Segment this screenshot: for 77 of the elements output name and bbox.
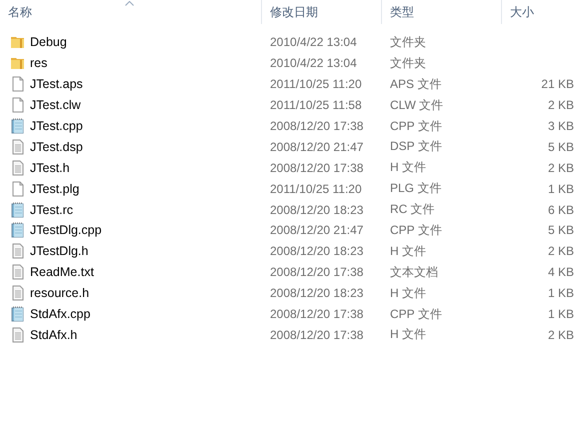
file-size: 1 KB	[546, 182, 574, 196]
file-type: PLG 文件	[389, 180, 442, 198]
modified-date: 2008/12/20 17:38	[269, 160, 364, 175]
file-size: 1 KB	[546, 286, 574, 300]
file-size: 2 KB	[546, 98, 574, 112]
modified-date: 2011/10/25 11:20	[269, 182, 363, 196]
file-icon	[10, 202, 26, 218]
file-size: 2 KB	[546, 244, 574, 258]
modified-date: 2008/12/20 17:38	[269, 265, 364, 280]
file-name[interactable]: JTest.clw	[30, 98, 81, 112]
file-icon	[10, 138, 26, 155]
file-icon	[10, 306, 26, 322]
modified-date: 2011/10/25 11:20	[269, 77, 363, 92]
file-size: 3 KB	[546, 119, 574, 133]
file-icon	[10, 222, 26, 238]
file-type: CLW 文件	[389, 96, 444, 114]
file-name[interactable]: JTest.plg	[30, 182, 80, 196]
modified-date: 2008/12/20 21:47	[269, 140, 364, 154]
column-header[interactable]: 类型	[390, 4, 414, 20]
file-icon	[10, 243, 26, 260]
file-name[interactable]: Debug	[30, 35, 67, 50]
file-type: 文本文档	[389, 264, 439, 281]
folder-icon	[10, 55, 26, 72]
file-size: 1 KB	[546, 307, 574, 322]
file-type: CPP 文件	[389, 306, 443, 323]
modified-date: 2010/4/22 13:04	[269, 56, 358, 70]
file-size: 2 KB	[546, 160, 574, 175]
file-type: H 文件	[389, 159, 427, 176]
file-icon	[10, 97, 26, 114]
modified-date: 2008/12/20 18:23	[269, 286, 364, 300]
file-name[interactable]: JTest.dsp	[30, 140, 83, 154]
file-name[interactable]: JTest.aps	[30, 77, 83, 92]
file-name[interactable]: JTest.h	[30, 160, 70, 175]
file-name[interactable]: res	[30, 56, 48, 70]
file-size: 5 KB	[546, 223, 574, 238]
modified-date: 2008/12/20 17:38	[269, 307, 364, 322]
file-type: H 文件	[389, 242, 427, 260]
file-type: 文件夹	[389, 54, 427, 72]
file-type: DSP 文件	[389, 138, 443, 156]
file-type: 文件夹	[389, 34, 427, 51]
modified-date: 2010/4/22 13:04	[269, 35, 358, 50]
file-name[interactable]: StdAfx.h	[30, 328, 78, 342]
modified-date: 2008/12/20 21:47	[269, 223, 364, 238]
folder-icon	[10, 34, 26, 50]
file-name[interactable]: JTest.cpp	[30, 119, 83, 133]
modified-date: 2008/12/20 17:38	[269, 119, 364, 133]
modified-date: 2008/12/20 18:23	[269, 202, 364, 217]
modified-date: 2011/10/25 11:58	[269, 98, 363, 112]
column-header[interactable]: 大小	[510, 4, 534, 20]
file-name[interactable]: JTest.rc	[30, 202, 74, 217]
file-name[interactable]: ReadMe.txt	[30, 265, 94, 280]
file-icon	[10, 326, 26, 343]
file-size: 2 KB	[546, 328, 574, 342]
file-name[interactable]: JTestDlg.cpp	[30, 223, 102, 238]
file-size: 5 KB	[546, 140, 574, 154]
file-name[interactable]: JTestDlg.h	[30, 244, 88, 258]
file-type: CPP 文件	[389, 118, 443, 134]
file-name[interactable]: resource.h	[30, 286, 90, 300]
file-type: CPP 文件	[389, 222, 443, 239]
file-size: 4 KB	[546, 265, 574, 280]
file-icon	[10, 76, 26, 92]
file-type: H 文件	[389, 284, 427, 302]
file-icon	[10, 264, 26, 280]
file-icon	[10, 180, 26, 197]
file-icon	[10, 285, 26, 302]
file-size: 21 KB	[540, 77, 574, 92]
column-header[interactable]: 名称	[8, 4, 32, 20]
file-type: RC 文件	[389, 201, 436, 218]
file-icon	[10, 160, 26, 176]
file-name[interactable]: StdAfx.cpp	[30, 307, 90, 322]
file-icon	[10, 118, 26, 134]
file-type: H 文件	[389, 326, 427, 344]
column-header[interactable]: 修改日期	[270, 4, 318, 20]
modified-date: 2008/12/20 17:38	[269, 328, 364, 342]
file-size: 6 KB	[546, 202, 574, 217]
file-type: APS 文件	[389, 76, 442, 93]
modified-date: 2008/12/20 18:23	[269, 244, 364, 258]
